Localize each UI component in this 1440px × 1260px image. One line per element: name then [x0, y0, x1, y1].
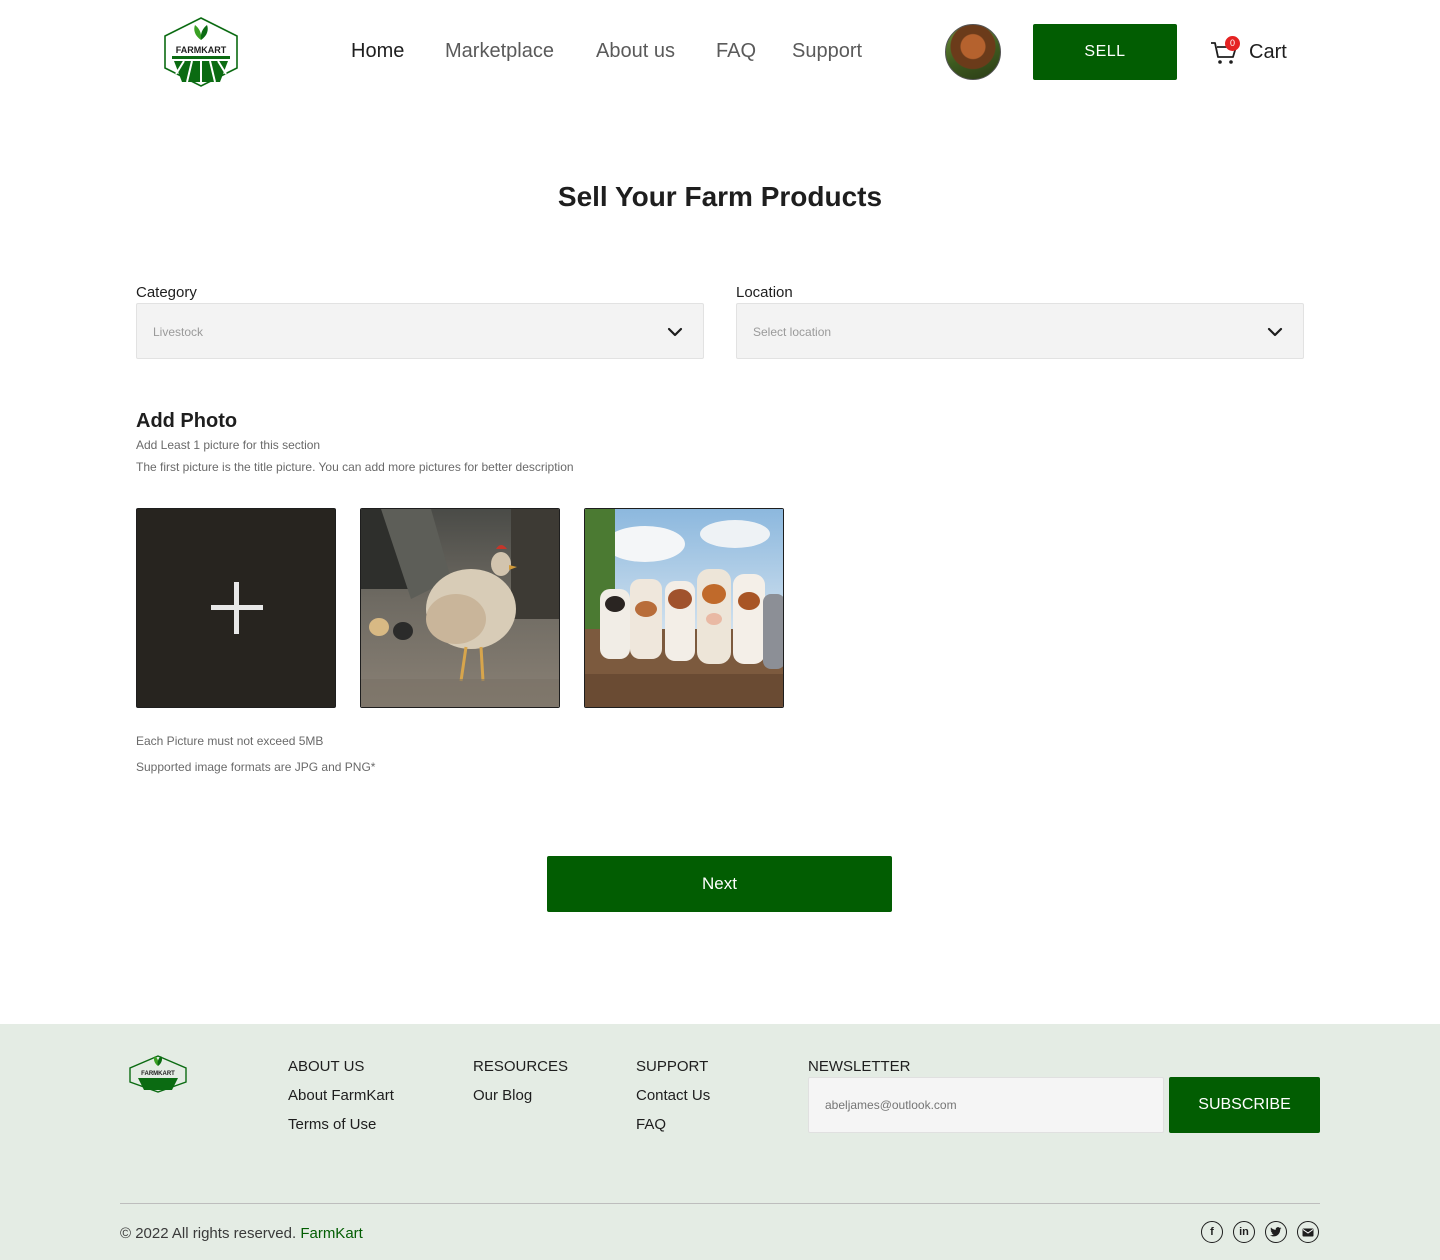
photo-format-note: Supported image formats are JPG and PNG* — [136, 760, 376, 774]
location-placeholder: Select location — [753, 325, 832, 339]
photo-hint-title: The first picture is the title picture. … — [136, 460, 574, 474]
twitter-icon[interactable] — [1265, 1221, 1287, 1243]
nav-support[interactable]: Support — [792, 40, 862, 63]
nav-home[interactable]: Home — [351, 40, 404, 63]
cart-label: Cart — [1249, 40, 1287, 63]
footer-newsletter-heading: NEWSLETTER — [808, 1058, 911, 1075]
footer-resources-column: RESOURCES Our Blog — [473, 1058, 568, 1116]
category-value: Livestock — [153, 325, 204, 339]
footer-resources-heading: RESOURCES — [473, 1058, 569, 1075]
next-button[interactable]: Next — [547, 856, 892, 912]
photo-thumbnail-chicken[interactable] — [360, 508, 560, 708]
cart-button[interactable]: 0 Cart — [1209, 36, 1287, 68]
footer-about-heading: ABOUT US — [288, 1058, 365, 1075]
footer-divider — [120, 1203, 1320, 1204]
chevron-down-icon — [667, 327, 683, 337]
avatar[interactable] — [945, 24, 1001, 80]
subscribe-button[interactable]: SUBSCRIBE — [1169, 1077, 1320, 1133]
page-title: Sell Your Farm Products — [557, 181, 883, 212]
nav-marketplace[interactable]: Marketplace — [445, 40, 554, 63]
add-photo-title: Add Photo — [136, 410, 238, 432]
cart-icon: 0 — [1209, 36, 1240, 67]
photo-thumbnail-cows[interactable] — [584, 508, 784, 708]
category-label: Category — [136, 284, 197, 301]
add-photo-button[interactable] — [136, 508, 336, 708]
location-label: Location — [736, 284, 793, 301]
sell-button[interactable]: SELL — [1033, 24, 1177, 80]
site-header: FARMKART Home Marketplace About us FAQ S… — [0, 0, 1440, 106]
footer-about-column: ABOUT US About FarmKart Terms of Use — [288, 1058, 394, 1145]
footer-link-blog[interactable]: Our Blog — [473, 1087, 568, 1104]
facebook-icon[interactable]: f — [1201, 1221, 1223, 1243]
footer-support-heading: SUPPORT — [636, 1058, 709, 1075]
newsletter-email-input[interactable] — [808, 1077, 1164, 1133]
photo-hint-min: Add Least 1 picture for this section — [136, 438, 321, 452]
footer-link-about-farmkart[interactable]: About FarmKart — [288, 1087, 394, 1104]
chevron-down-icon — [1267, 327, 1283, 337]
cart-count-badge: 0 — [1225, 36, 1240, 51]
category-select[interactable]: Livestock — [136, 303, 704, 359]
footer-link-faq[interactable]: FAQ — [636, 1116, 710, 1133]
photo-size-note: Each Picture must not exceed 5MB — [136, 734, 324, 748]
nav-faq[interactable]: FAQ — [716, 40, 756, 63]
mail-icon[interactable] — [1297, 1221, 1319, 1243]
site-footer: FARMKART ABOUT US About FarmKart Terms o… — [0, 1024, 1440, 1260]
svg-text:FARMKART: FARMKART — [141, 1071, 175, 1077]
footer-support-column: SUPPORT Contact Us FAQ — [636, 1058, 710, 1145]
copyright-text: © 2022 All rights reserved. — [120, 1225, 297, 1242]
linkedin-icon[interactable]: in — [1233, 1221, 1255, 1243]
location-select[interactable]: Select location — [736, 303, 1304, 359]
farmkart-logo[interactable]: FARMKART — [162, 16, 240, 88]
copyright: © 2022 All rights reserved. FarmKart — [120, 1225, 363, 1242]
footer-link-contact[interactable]: Contact Us — [636, 1087, 710, 1104]
svg-text:FARMKART: FARMKART — [176, 45, 227, 55]
social-links: f in — [1201, 1221, 1319, 1243]
copyright-brand[interactable]: FarmKart — [300, 1225, 363, 1242]
nav-about-us[interactable]: About us — [596, 40, 675, 63]
footer-link-terms[interactable]: Terms of Use — [288, 1116, 394, 1133]
footer-logo[interactable]: FARMKART — [128, 1054, 188, 1094]
